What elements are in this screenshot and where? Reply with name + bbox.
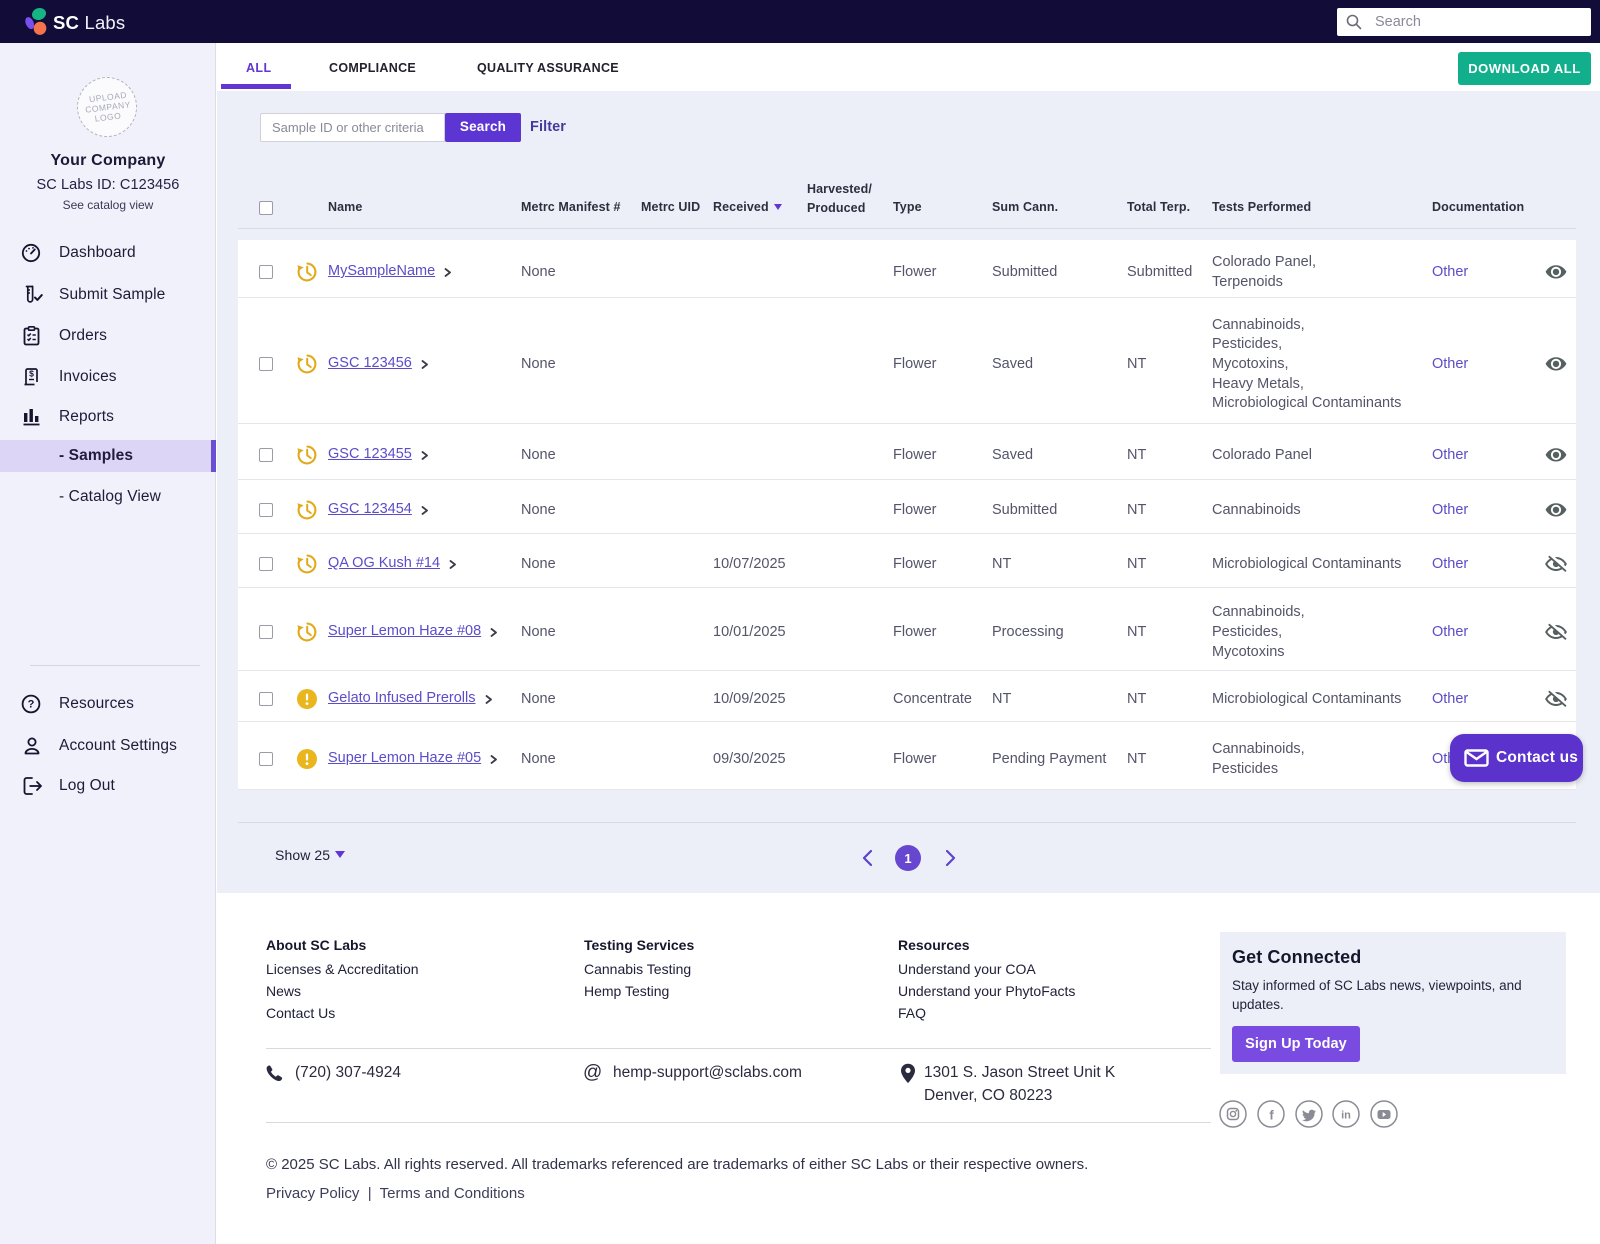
svg-text:?: ? <box>28 699 35 711</box>
svg-text:$: $ <box>29 369 34 379</box>
svg-text:in: in <box>1341 1110 1351 1122</box>
svg-text:f: f <box>1269 1108 1274 1123</box>
